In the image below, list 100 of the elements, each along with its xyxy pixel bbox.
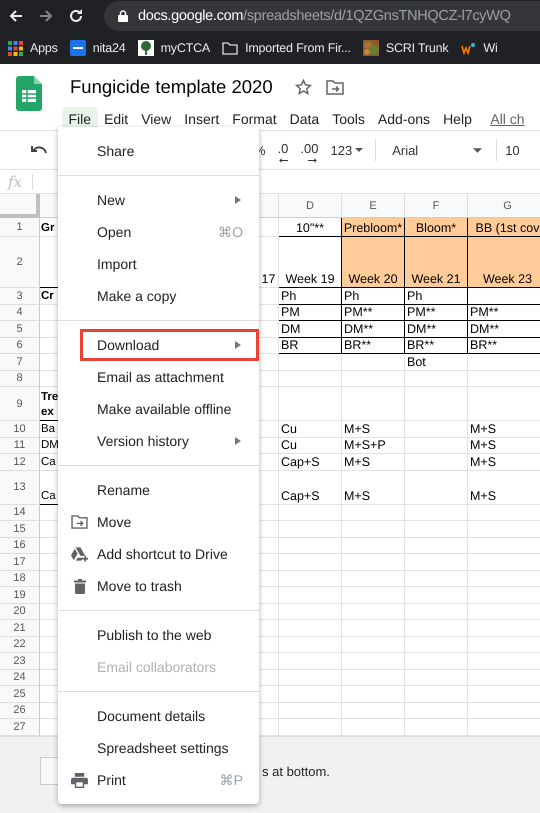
row-number[interactable]: 14 [0, 504, 40, 521]
table-cell [342, 387, 405, 421]
decrease-decimals-button[interactable]: .0 [278, 140, 288, 160]
tree-icon [138, 40, 154, 56]
changes-link[interactable]: All ch [490, 111, 525, 127]
row-number[interactable]: 24 [0, 670, 40, 686]
row-number[interactable]: 20 [0, 604, 40, 620]
formula-label: fx [8, 172, 24, 190]
row-number[interactable]: 12 [0, 454, 40, 470]
table-cell: M+S [468, 454, 540, 470]
menu-item[interactable]: Print ⌘P [58, 764, 259, 796]
table-cell [405, 538, 468, 554]
row-number[interactable]: 27 [0, 719, 40, 736]
table-cell [279, 604, 342, 620]
reload-icon[interactable] [68, 8, 84, 24]
table-cell [342, 521, 405, 538]
row-number[interactable]: 13 [0, 470, 40, 504]
menu-item[interactable]: New [58, 184, 259, 216]
menu-item[interactable]: Download [80, 329, 259, 361]
menu-item[interactable]: Move to trash [58, 570, 259, 602]
table-cell [405, 421, 468, 438]
font-size-field[interactable]: 10 [505, 142, 520, 158]
menu-item[interactable]: Import [58, 248, 259, 280]
table-cell: Cap+S [279, 470, 342, 504]
move-folder-icon[interactable] [326, 80, 344, 94]
table-cell [279, 554, 342, 570]
bookmark[interactable]: SCRI Trunk [362, 40, 448, 56]
table-cell [279, 387, 342, 421]
back-icon[interactable] [8, 8, 24, 24]
menu-item[interactable]: Tools [326, 107, 372, 131]
menu-item[interactable]: View [134, 107, 178, 131]
row-number[interactable]: 3 [0, 288, 40, 304]
table-cell: Week 23 [468, 237, 540, 288]
row-number[interactable]: 8 [0, 370, 40, 387]
row-number[interactable]: 15 [0, 521, 40, 538]
menu-item[interactable]: Help [436, 107, 478, 131]
row-number[interactable]: 9 [0, 387, 40, 421]
row-number[interactable]: 23 [0, 653, 40, 670]
row-number[interactable]: 10 [0, 421, 40, 438]
menu-item[interactable]: Data [283, 107, 326, 131]
table-cell [405, 620, 468, 636]
row-number[interactable]: 4 [0, 304, 40, 321]
row-number[interactable]: 19 [0, 587, 40, 604]
row-number[interactable]: 11 [0, 438, 40, 454]
sheets-logo-icon[interactable] [16, 76, 42, 111]
table-cell: PM** [342, 304, 405, 321]
row-number[interactable]: 16 [0, 538, 40, 554]
increase-decimals-button[interactable]: .00 [300, 140, 318, 160]
footer-text: s at bottom. [262, 764, 330, 778]
menu-item[interactable]: Edit [98, 107, 135, 131]
bookmark[interactable]: myCTCA [138, 40, 210, 56]
row-number[interactable]: 7 [0, 354, 40, 370]
table-cell [279, 653, 342, 670]
menu-item[interactable]: Add shortcut to Drive [58, 538, 259, 570]
folder-icon [222, 42, 238, 54]
row-number[interactable]: 6 [0, 338, 40, 354]
menu-item[interactable]: Publish to the web [58, 619, 259, 651]
number-format-dropdown[interactable]: 123 [330, 142, 364, 158]
table-cell [342, 554, 405, 570]
menu-item[interactable]: Add-ons [371, 107, 437, 131]
row-number[interactable]: 2 [0, 237, 40, 288]
undo-icon[interactable] [30, 144, 48, 156]
table-cell: Bot [405, 354, 468, 370]
menu-item[interactable]: Format [226, 107, 284, 131]
menu-item[interactable]: Move [58, 506, 259, 538]
caret-icon [355, 148, 364, 152]
row-number[interactable]: 26 [0, 702, 40, 719]
menu-item[interactable]: Rename [58, 474, 259, 506]
font-dropdown[interactable]: Arial [392, 142, 482, 158]
table-cell [279, 702, 342, 719]
menu-item[interactable]: Share [58, 135, 259, 167]
table-cell: M+S [468, 438, 540, 454]
column-header[interactable]: D [279, 194, 342, 218]
bookmark[interactable]: Apps [8, 40, 58, 56]
row-number[interactable]: 17 [0, 554, 40, 570]
bookmark[interactable]: nita24 [70, 40, 126, 56]
menu-item[interactable]: Insert [178, 107, 226, 131]
row-number[interactable]: 25 [0, 686, 40, 702]
bookmark[interactable]: Wi [460, 40, 498, 56]
menu-item[interactable]: Document details [58, 700, 259, 732]
lock-icon [118, 10, 128, 22]
row-number[interactable]: 18 [0, 570, 40, 587]
table-cell [405, 521, 468, 538]
table-cell: M+S [342, 454, 405, 470]
forward-icon[interactable] [38, 8, 54, 24]
table-cell [405, 454, 468, 470]
row-number[interactable]: 22 [0, 636, 40, 653]
table-cell [405, 653, 468, 670]
table-cell [279, 686, 342, 702]
table-cell [279, 538, 342, 554]
address-bar[interactable]: docs.google.com/spreadsheets/d/1QZGnsTNHQCZ-l7cyWQ [104, 1, 540, 31]
menu-item[interactable]: Spreadsheet settings [58, 732, 259, 764]
table-cell: M+S [468, 421, 540, 438]
table-cell [279, 370, 342, 387]
document-title[interactable]: Fungicide template 2020 [70, 76, 273, 98]
row-number[interactable]: 5 [0, 321, 40, 338]
row-number[interactable]: 1 [0, 218, 40, 237]
star-icon[interactable] [294, 78, 312, 96]
bookmark[interactable]: Imported From Fir... [222, 41, 351, 55]
row-number[interactable]: 21 [0, 620, 40, 636]
